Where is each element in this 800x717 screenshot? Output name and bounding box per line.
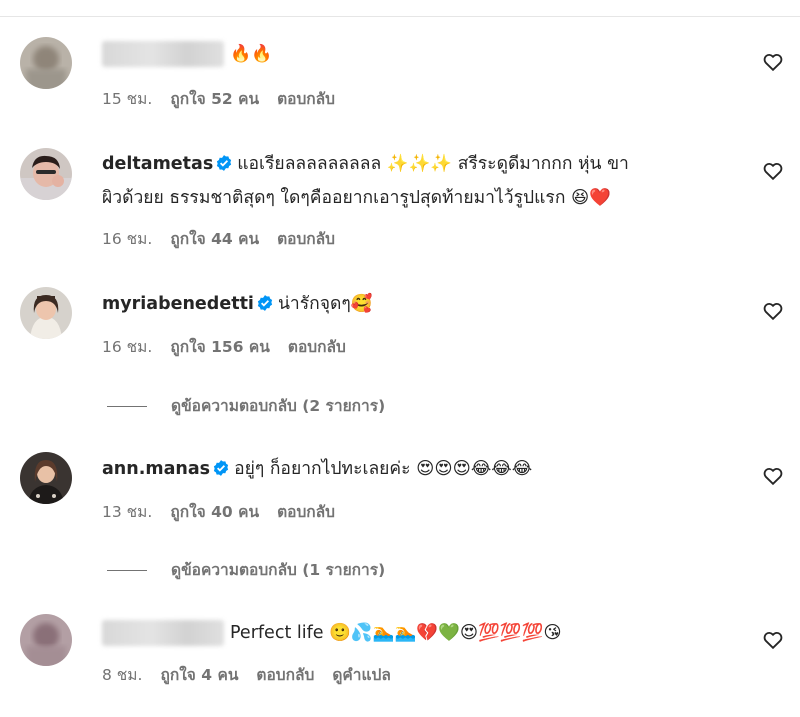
comment-time[interactable]: 13 ชม. <box>102 503 152 521</box>
comment-time[interactable]: 16 ชม. <box>102 338 152 356</box>
heart-outline-icon[interactable] <box>762 160 784 182</box>
reply-button[interactable]: ตอบกลับ <box>288 338 346 356</box>
like-count[interactable]: ถูกใจ 52 คน <box>170 90 259 108</box>
username[interactable]: deltametas <box>102 154 213 174</box>
comment-text: อยู่ๆ ก็อยากไปทะเลยค่ะ 😍😍😍😂😂😂 <box>234 459 533 479</box>
avatar[interactable] <box>20 148 72 200</box>
reply-button[interactable]: ตอบกลับ <box>277 230 335 248</box>
avatar-blurred[interactable] <box>20 37 72 89</box>
reply-button[interactable]: ตอบกลับ <box>256 666 314 684</box>
comment-time[interactable]: 15 ชม. <box>102 90 152 108</box>
top-divider <box>0 16 800 17</box>
username[interactable]: ann.manas <box>102 459 210 479</box>
avatar-blurred[interactable] <box>20 614 72 666</box>
reply-button[interactable]: ตอบกลับ <box>277 503 335 521</box>
view-replies-label: ดูข้อความตอบกลับ (2 รายการ) <box>171 397 386 415</box>
like-count[interactable]: ถูกใจ 40 คน <box>170 503 259 521</box>
avatar[interactable] <box>20 287 72 339</box>
heart-outline-icon[interactable] <box>762 465 784 487</box>
reply-button[interactable]: ตอบกลับ <box>277 90 335 108</box>
like-count[interactable]: ถูกใจ 4 คน <box>160 666 238 684</box>
translate-button[interactable]: ดูคำแปล <box>332 666 390 684</box>
comment-time[interactable]: 8 ชม. <box>102 666 142 684</box>
avatar[interactable] <box>20 452 72 504</box>
heart-outline-icon[interactable] <box>762 629 784 651</box>
username[interactable]: myriabenedetti <box>102 294 254 314</box>
comment-text: 🔥🔥 <box>230 44 273 64</box>
verified-badge-icon <box>257 295 273 311</box>
replies-divider <box>107 570 147 571</box>
heart-outline-icon[interactable] <box>762 51 784 73</box>
heart-outline-icon[interactable] <box>762 300 784 322</box>
comment-text: แอเรียลลลลลลลลล ✨✨✨ สรีระดูดีมากกก หุ่น … <box>237 154 629 174</box>
comment-text: น่ารักจุดๆ🥰 <box>277 294 373 314</box>
view-replies-button[interactable]: ดูข้อความตอบกลับ (2 รายการ) <box>107 393 385 418</box>
like-count[interactable]: ถูกใจ 156 คน <box>170 338 270 356</box>
like-count[interactable]: ถูกใจ 44 คน <box>170 230 259 248</box>
verified-badge-icon <box>213 460 229 476</box>
comment-time[interactable]: 16 ชม. <box>102 230 152 248</box>
view-replies-button[interactable]: ดูข้อความตอบกลับ (1 รายการ) <box>107 557 385 582</box>
verified-badge-icon <box>217 155 232 171</box>
comment-text-line2: ผิวด้วยย ธรรมชาติสุดๆ ใดๆคืออยากเอารูปสุ… <box>102 188 612 208</box>
username-blurred[interactable] <box>102 620 224 646</box>
comment-text: Perfect life 🙂💦🏊🏊💔💚😍💯💯💯😘 <box>230 623 562 643</box>
view-replies-label: ดูข้อความตอบกลับ (1 รายการ) <box>171 561 386 579</box>
username-blurred[interactable] <box>102 41 224 67</box>
replies-divider <box>107 406 147 407</box>
